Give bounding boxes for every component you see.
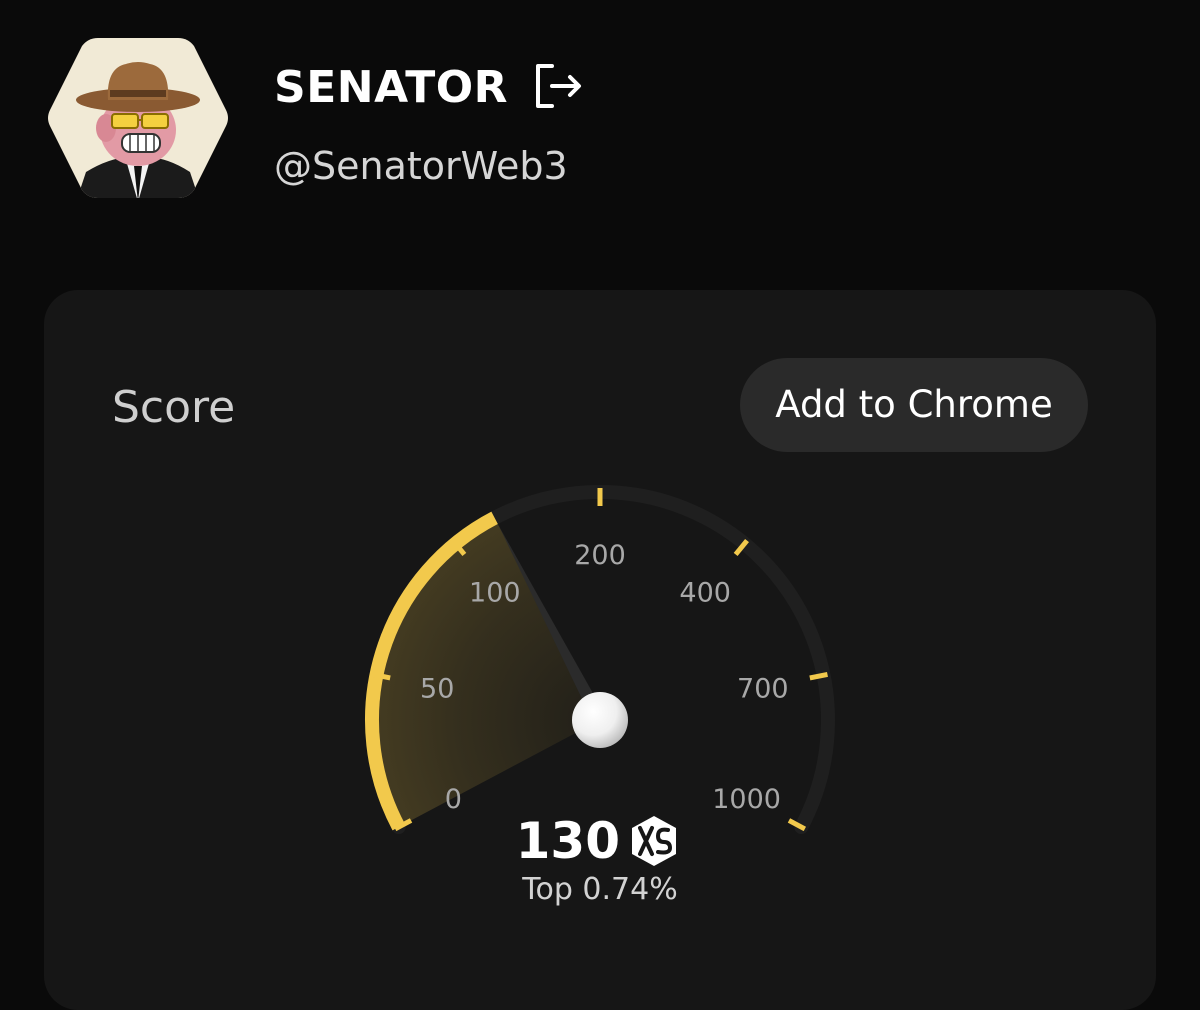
xs-logo-icon (628, 814, 680, 868)
score-value: 130 (515, 812, 620, 870)
profile-name: SENATOR (274, 62, 509, 113)
add-to-chrome-button[interactable]: Add to Chrome (740, 358, 1088, 452)
score-title: Score (112, 382, 236, 433)
rank-text: Top 0.74% (522, 872, 678, 907)
avatar (46, 34, 230, 202)
ape-cowboy-avatar-icon (48, 38, 228, 198)
profile-handle: @SenatorWeb3 (274, 144, 568, 188)
logout-icon[interactable] (530, 60, 586, 112)
